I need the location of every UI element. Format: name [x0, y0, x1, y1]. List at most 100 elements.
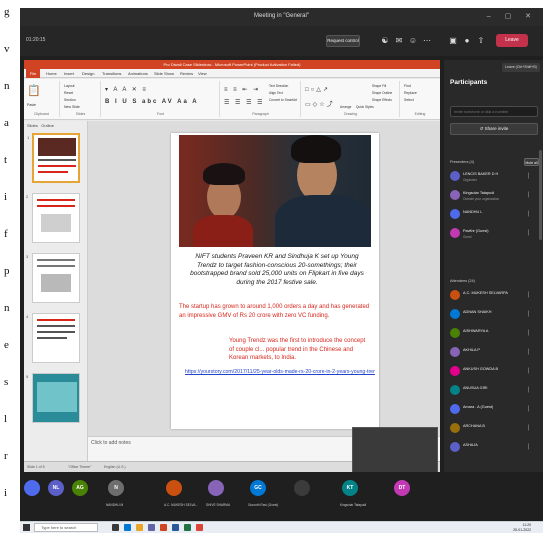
- participant-row[interactable]: ADNAN SHAIKH │: [450, 306, 538, 324]
- pane-tabs[interactable]: Slides Outline: [27, 123, 54, 128]
- text-direction-button[interactable]: Text Direction: [269, 84, 288, 88]
- chat-icon[interactable]: ✉: [394, 36, 404, 46]
- taskbar-search[interactable]: Type here to search: [34, 523, 98, 532]
- excel-icon[interactable]: [184, 524, 191, 531]
- slide-thumbnail-5[interactable]: 5: [26, 373, 80, 423]
- shape-fill-button[interactable]: Shape Fill: [372, 84, 386, 88]
- participant-row[interactable]: ANUSUA GIRI │: [450, 382, 538, 400]
- align-icons[interactable]: ☰ ☰ ☰ ☰: [224, 99, 265, 106]
- participant-row[interactable]: ARCHANA B │: [450, 420, 538, 438]
- participant-row[interactable]: AISHWARYA A │: [450, 325, 538, 343]
- participant-tile[interactable]: A.C. MUKESH SELVA...: [164, 476, 208, 512]
- convert-smartart-button[interactable]: Convert to SmartArt: [269, 98, 297, 102]
- reactions-icon[interactable]: ☺: [408, 36, 418, 46]
- mic-icon[interactable]: │: [527, 406, 530, 412]
- powerpoint-icon[interactable]: [160, 524, 167, 531]
- camera-icon[interactable]: ▣: [448, 36, 458, 46]
- arrange-button[interactable]: Arrange: [340, 105, 351, 109]
- participant-tile[interactable]: GC Gurunth Ravi (Guest): [248, 476, 292, 512]
- tab-slides[interactable]: Slides: [27, 123, 38, 128]
- presenters-heading[interactable]: Presenters (4): [450, 160, 474, 164]
- mic-icon[interactable]: │: [527, 425, 530, 431]
- participant-tile[interactable]: KT Kingsolar Tatapudi: [340, 476, 384, 512]
- participant-tile[interactable]: SHIVE SHARMA: [206, 476, 250, 512]
- file-explorer-icon[interactable]: [136, 524, 143, 531]
- tab-home[interactable]: Home: [46, 71, 57, 76]
- participant-row[interactable]: LENCIS BAKER D H Organizer │: [450, 168, 538, 186]
- quick-styles-button[interactable]: Quick Styles: [356, 105, 374, 109]
- reset-button[interactable]: Reset: [64, 91, 73, 95]
- replace-button[interactable]: Replace: [404, 91, 417, 95]
- shapes-gallery-icon[interactable]: □○△↗: [305, 86, 330, 93]
- slide-quote-text[interactable]: NIFT students Praveen KR and Sindhuja K …: [185, 253, 369, 287]
- participant-row[interactable]: Pavithr (Guest) Guest │: [450, 225, 538, 243]
- windows-start-icon[interactable]: [23, 524, 30, 531]
- shapes-gallery-row2[interactable]: ▭◇☆⤴: [305, 99, 335, 108]
- participant-tile[interactable]: DT: [392, 476, 436, 512]
- slide-thumbnail-2[interactable]: 2: [26, 193, 80, 243]
- new-slide-button[interactable]: New Slide: [64, 105, 80, 109]
- tab-file[interactable]: File: [26, 69, 40, 78]
- participant-row[interactable]: A.C. MUKESH SELVARPA │: [450, 287, 538, 305]
- mic-icon[interactable]: │: [527, 330, 530, 336]
- window-controls[interactable]: – ▢ ✕: [487, 12, 537, 20]
- participant-tile[interactable]: [292, 476, 336, 512]
- tab-insert[interactable]: Insert: [64, 71, 74, 76]
- slide-thumbnail-3[interactable]: 3: [26, 253, 80, 303]
- shape-effects-button[interactable]: Shape Effects: [372, 98, 392, 102]
- leave-button[interactable]: Leave: [496, 34, 528, 47]
- mic-icon[interactable]: │: [527, 349, 530, 355]
- mic-icon[interactable]: ●: [462, 36, 472, 46]
- shape-outline-button[interactable]: Shape Outline: [372, 91, 392, 95]
- participants-icon[interactable]: ☯: [380, 36, 390, 46]
- mute-all-button[interactable]: Mute all: [524, 158, 539, 166]
- attendees-heading[interactable]: Attendees (24): [450, 279, 475, 283]
- task-view-icon[interactable]: [112, 524, 119, 531]
- taskbar-clock[interactable]: 11:20 25-01-2022: [513, 523, 531, 532]
- tab-view[interactable]: View: [198, 71, 207, 76]
- mic-icon[interactable]: │: [527, 292, 530, 298]
- mic-icon[interactable]: │: [527, 387, 530, 393]
- mic-icon[interactable]: │: [527, 311, 530, 317]
- participant-row[interactable]: ASHAJA │: [450, 439, 538, 457]
- slide-thumbnail-4[interactable]: 4: [26, 313, 80, 363]
- request-control-button[interactable]: Request control: [326, 35, 360, 47]
- participant-tile[interactable]: N NANDHU M: [106, 476, 150, 512]
- slide-source-link[interactable]: https://yourstory.com/2017/11/25-year-ol…: [185, 369, 375, 375]
- participant-row[interactable]: Amara . A (Guest) │: [450, 401, 538, 419]
- tab-transitions[interactable]: Transitions: [102, 71, 121, 76]
- participant-row[interactable]: ANKUSH GOWDA B │: [450, 363, 538, 381]
- tab-slide-show[interactable]: Slide Show: [154, 71, 174, 76]
- chrome-icon[interactable]: [196, 524, 203, 531]
- tab-outline[interactable]: Outline: [41, 123, 54, 128]
- share-invite-button[interactable]: ↺ Share invite: [450, 123, 538, 135]
- list-icons[interactable]: ≡ ≡ ⇤ ⇥: [224, 86, 260, 93]
- tab-animations[interactable]: Animations: [128, 71, 148, 76]
- select-button[interactable]: Select: [404, 98, 414, 102]
- slide-editing-area[interactable]: NIFT students Praveen KR and Sindhuja K …: [88, 121, 440, 436]
- tab-review[interactable]: Review: [180, 71, 193, 76]
- font-controls[interactable]: ▾ A A ✕ ≡: [105, 86, 148, 93]
- slide-red-paragraph-2[interactable]: Young Trendz was the first to introduce …: [229, 337, 369, 363]
- font-format-icons[interactable]: B I U S abc AV Aa A: [105, 99, 199, 105]
- invite-search-input[interactable]: [450, 106, 538, 117]
- share-tray-icon[interactable]: ⇧: [476, 36, 486, 46]
- mic-icon[interactable]: │: [527, 368, 530, 374]
- tab-design[interactable]: Design: [82, 71, 94, 76]
- slide-thumbnail-1[interactable]: 1: [27, 133, 80, 183]
- more-actions-icon[interactable]: ⋯: [422, 36, 432, 46]
- participant-row[interactable]: Kingsolar Tatapudi Outside your organizat…: [450, 187, 538, 205]
- paste-icon[interactable]: 📋: [27, 84, 43, 97]
- slide-red-paragraph-1[interactable]: The startup has grown to around 1,000 or…: [179, 303, 374, 320]
- teams-icon[interactable]: [148, 524, 155, 531]
- mic-icon[interactable]: │: [527, 192, 530, 198]
- layout-button[interactable]: Layout: [64, 84, 75, 88]
- participant-row[interactable]: AKHILA P │: [450, 344, 538, 362]
- participants-scrollbar[interactable]: [539, 150, 542, 240]
- section-button[interactable]: Section: [64, 98, 76, 102]
- edge-icon[interactable]: [124, 524, 131, 531]
- mic-icon[interactable]: │: [527, 230, 530, 236]
- mic-icon[interactable]: │: [527, 173, 530, 179]
- current-slide[interactable]: NIFT students Praveen KR and Sindhuja K …: [171, 133, 379, 429]
- mic-icon[interactable]: │: [527, 211, 530, 217]
